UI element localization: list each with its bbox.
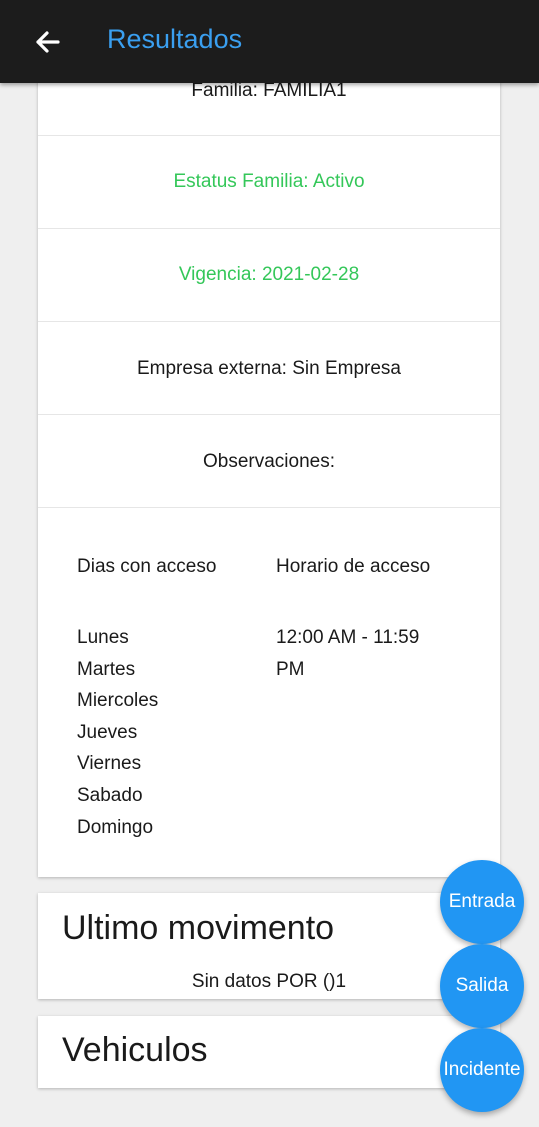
day-item: Sabado bbox=[77, 784, 143, 806]
hours-header: Horario de acceso bbox=[276, 556, 431, 577]
salida-button[interactable]: Salida bbox=[440, 944, 524, 1028]
days-header: Dias con acceso bbox=[77, 556, 217, 577]
observaciones-row: Observaciones: bbox=[38, 415, 500, 508]
day-item: Martes bbox=[77, 658, 136, 680]
vigencia-text: Vigencia: 2021-02-28 bbox=[178, 264, 360, 285]
entrada-button[interactable]: Entrada bbox=[440, 860, 524, 944]
page-title: Resultados bbox=[107, 24, 243, 54]
hours-line: PM bbox=[276, 658, 305, 680]
arrow-left-icon bbox=[36, 31, 60, 53]
movimiento-title: Ultimo movimento bbox=[62, 909, 335, 947]
observaciones-text: Observaciones: bbox=[202, 451, 335, 472]
vigencia-row: Vigencia: 2021-02-28 bbox=[38, 229, 500, 322]
empresa-text: Empresa externa: Sin Empresa bbox=[136, 358, 401, 379]
day-item: Jueves bbox=[77, 721, 138, 743]
family-info-card: Familia: FAMILIA1 Estatus Familia: Activ… bbox=[38, 60, 500, 877]
estatus-row: Estatus Familia: Activo bbox=[38, 136, 500, 229]
vehiculos-card[interactable]: Vehiculos bbox=[38, 1016, 500, 1088]
empresa-row: Empresa externa: Sin Empresa bbox=[38, 322, 500, 415]
hours-line: 12:00 AM - 11:59 bbox=[276, 627, 420, 648]
incidente-button[interactable]: Incidente bbox=[440, 1028, 524, 1112]
movimiento-subtitle: Sin datos POR ()1 bbox=[191, 971, 347, 992]
vehiculos-title: Vehiculos bbox=[62, 1031, 208, 1069]
movimiento-card: Ultimo movimento Sin datos POR ()1 bbox=[38, 893, 500, 999]
day-item: Miercoles bbox=[77, 690, 159, 712]
day-item: Viernes bbox=[77, 753, 142, 775]
days-list: Lunes Martes Miercoles Jueves Viernes Sa… bbox=[77, 622, 158, 843]
back-button[interactable] bbox=[28, 22, 68, 62]
hours-text: 12:00 AM - 11:59 PM bbox=[276, 622, 466, 685]
estatus-text: Estatus Familia: Activo bbox=[173, 171, 365, 192]
day-item: Lunes bbox=[77, 627, 129, 648]
day-item: Domingo bbox=[77, 816, 154, 838]
familia-text: Familia: FAMILIA1 bbox=[191, 80, 347, 101]
app-bar: Resultados bbox=[0, 0, 539, 83]
